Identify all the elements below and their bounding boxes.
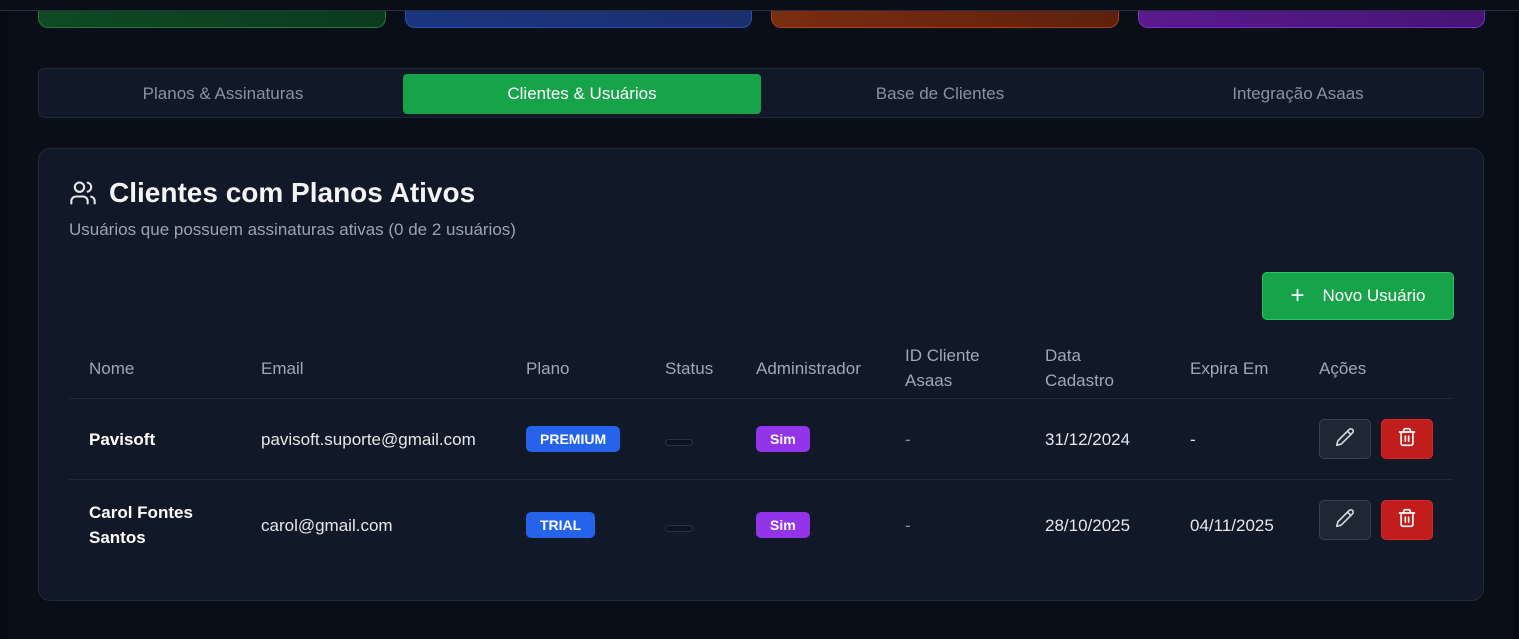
cell-nome: Carol Fontes Santos (89, 500, 193, 550)
delete-button[interactable] (1381, 500, 1433, 540)
status-indicator (665, 525, 693, 532)
stat-card-orange (771, 11, 1119, 28)
header-data-line2: Cadastro (1045, 371, 1114, 390)
row-divider (69, 479, 1453, 480)
cell-asaas-id: - (905, 516, 911, 535)
pencil-icon (1335, 508, 1355, 533)
panel-title: Clientes com Planos Ativos (109, 177, 476, 208)
cell-nome-line2: Santos (89, 528, 146, 547)
tab-clientes-usuarios[interactable]: Clientes & Usuários (403, 74, 761, 114)
page-content: Planos & Assinaturas Clientes & Usuários… (8, 11, 1513, 639)
header-nome[interactable]: Nome (89, 356, 134, 381)
tab-bar: Planos & Assinaturas Clientes & Usuários… (38, 68, 1484, 118)
tab-planos-assinaturas[interactable]: Planos & Assinaturas (44, 74, 402, 114)
plan-badge: TRIAL (526, 512, 596, 538)
header-email[interactable]: Email (261, 356, 304, 381)
cell-email: pavisoft.suporte@gmail.com (261, 430, 476, 449)
top-header-edge (0, 0, 1519, 11)
panel-header: Clientes com Planos Ativos (69, 177, 475, 209)
pencil-icon (1335, 427, 1355, 452)
edit-button[interactable] (1319, 500, 1371, 540)
trash-icon (1397, 427, 1417, 452)
header-data-cadastro[interactable]: Data Cadastro (1045, 343, 1114, 393)
header-plano[interactable]: Plano (526, 356, 569, 381)
cell-email: carol@gmail.com (261, 516, 393, 535)
header-data-line1: Data (1045, 346, 1081, 365)
status-indicator (665, 439, 693, 446)
tab-base-de-clientes[interactable]: Base de Clientes (761, 74, 1119, 114)
header-status[interactable]: Status (665, 356, 713, 381)
delete-button[interactable] (1381, 419, 1433, 459)
users-icon (69, 179, 97, 207)
admin-badge: Sim (756, 426, 810, 452)
new-user-button-label: Novo Usuário (1322, 286, 1426, 305)
cell-expira-em: 04/11/2025 (1190, 516, 1274, 535)
row-divider (69, 398, 1453, 399)
header-acoes: Ações (1319, 359, 1367, 378)
header-id-cliente-asaas[interactable]: ID Cliente Asaas (905, 343, 980, 393)
cell-expira-em: - (1190, 430, 1196, 449)
cell-nome: Pavisoft (89, 430, 156, 449)
header-administrador[interactable]: Administrador (756, 356, 861, 381)
new-user-button[interactable]: + Novo Usuário (1262, 272, 1454, 320)
clients-panel: Clientes com Planos Ativos Usuários que … (38, 148, 1484, 601)
cell-nome-line1: Carol Fontes (89, 503, 193, 522)
header-expira-em[interactable]: Expira Em (1190, 356, 1268, 381)
header-id-line2: Asaas (905, 371, 953, 390)
cell-asaas-id: - (905, 430, 911, 449)
trash-icon (1397, 508, 1417, 533)
admin-badge: Sim (756, 512, 810, 538)
plus-icon: + (1290, 282, 1305, 309)
stat-card-green (38, 11, 386, 28)
panel-subtitle: Usuários que possuem assinaturas ativas … (69, 220, 516, 239)
cell-data-cadastro: 28/10/2025 (1045, 516, 1131, 535)
edit-button[interactable] (1319, 419, 1371, 459)
stat-card-blue (405, 11, 752, 28)
stat-card-purple (1138, 11, 1485, 28)
header-id-line1: ID Cliente (905, 346, 980, 365)
tab-integracao-asaas[interactable]: Integração Asaas (1119, 74, 1477, 114)
plan-badge: PREMIUM (526, 426, 621, 452)
cell-data-cadastro: 31/12/2024 (1045, 430, 1131, 449)
